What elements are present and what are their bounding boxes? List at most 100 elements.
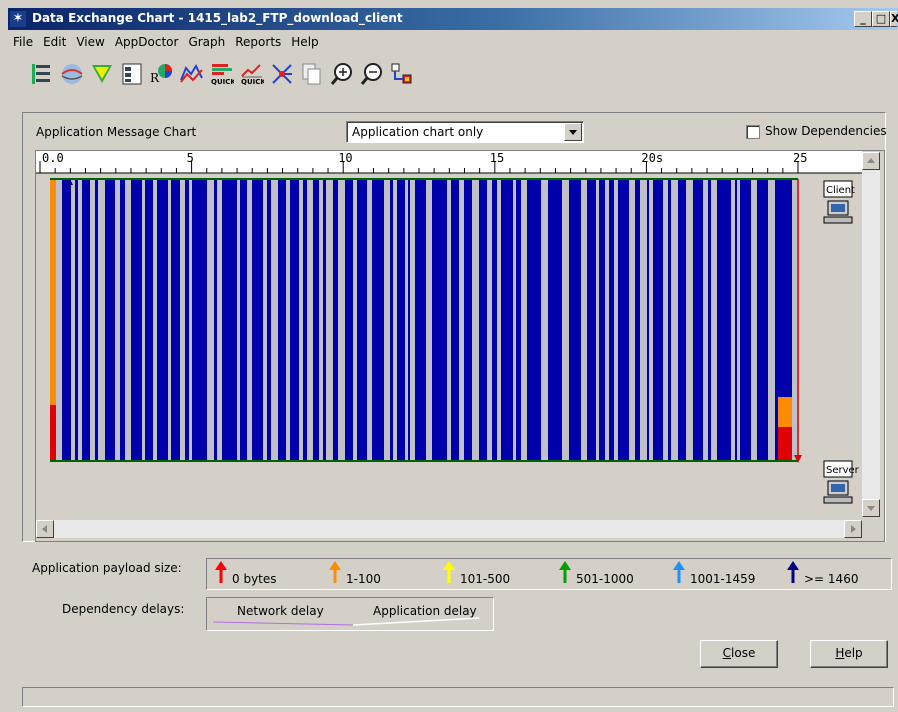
message-bar — [415, 179, 426, 461]
menu-bar: File Edit View AppDoctor Graph Reports Help — [8, 33, 324, 53]
message-bar — [303, 179, 307, 461]
graph-lines-icon[interactable] — [180, 62, 204, 86]
message-bar — [75, 179, 78, 461]
message-bar — [757, 179, 768, 461]
chart-view-select[interactable]: Application chart only — [346, 121, 584, 143]
menu-edit[interactable]: Edit — [38, 33, 71, 49]
help-button[interactable]: Help — [810, 640, 888, 668]
message-bar — [278, 179, 286, 461]
payload-marker-red — [778, 427, 792, 461]
copy-pages-icon[interactable] — [300, 62, 324, 86]
message-bar — [252, 179, 263, 461]
menu-file[interactable]: File — [8, 33, 38, 49]
dependency-delays-label: Dependency delays: — [62, 602, 185, 616]
legend-label: 1001-1459 — [690, 572, 756, 586]
message-bar — [668, 179, 671, 461]
ruler-tick-label: 10 — [338, 151, 352, 165]
connection-icon[interactable] — [390, 62, 414, 86]
message-bar — [105, 179, 115, 461]
scroll-left-button[interactable] — [36, 520, 54, 538]
message-bar — [157, 179, 168, 461]
message-bar — [408, 179, 410, 461]
message-bar — [131, 179, 142, 461]
up-arrow-icon — [559, 561, 571, 583]
message-bar — [618, 179, 629, 461]
data-grid-icon[interactable] — [120, 62, 144, 86]
server-computer-keyboard — [823, 496, 853, 504]
legend-label: >= 1460 — [804, 572, 859, 586]
message-bar — [516, 179, 521, 461]
message-bar — [653, 179, 663, 461]
message-bar — [95, 179, 98, 461]
legend-label: 0 bytes — [232, 572, 277, 586]
message-bar — [323, 179, 326, 461]
message-bar — [185, 179, 189, 461]
message-bar — [548, 179, 562, 461]
rx-pie-icon[interactable]: R — [150, 62, 174, 86]
message-bar — [609, 179, 614, 461]
message-bar — [222, 179, 237, 461]
chart-area: 0.0 5 10 15 20s 25 Client Server — [35, 150, 885, 542]
message-bar — [267, 179, 271, 461]
menu-graph[interactable]: Graph — [183, 33, 230, 49]
scroll-down-button[interactable] — [862, 499, 880, 517]
tree-view-icon[interactable] — [30, 62, 54, 86]
network-star-icon[interactable] — [270, 62, 294, 86]
maximize-button[interactable]: □ — [872, 11, 890, 27]
message-bar — [171, 179, 180, 461]
message-chart: 0.0 5 10 15 20s 25 Client Server — [36, 151, 862, 504]
filter-funnel-icon[interactable] — [90, 62, 114, 86]
client-computer-keyboard — [823, 216, 853, 224]
message-bar — [192, 179, 207, 461]
payload-marker-orange — [50, 179, 56, 405]
message-bar — [145, 179, 153, 461]
message-bar — [635, 179, 640, 461]
zoom-in-icon[interactable] — [330, 62, 354, 86]
application-delay-label: Application delay — [373, 604, 477, 618]
show-dependencies-label[interactable]: Show Dependencies — [765, 124, 887, 138]
title-bar: ✶ Data Exchange Chart - 1415_lab2_FTP_do… — [8, 8, 898, 30]
message-bar — [464, 179, 472, 461]
close-window-button[interactable]: X — [890, 11, 898, 27]
message-bar — [62, 179, 70, 461]
horizontal-scrollbar[interactable] — [36, 520, 862, 538]
message-bar — [479, 179, 487, 461]
payload-marker-orange — [778, 397, 792, 427]
message-bar — [599, 179, 605, 461]
message-bar — [397, 179, 405, 461]
server-label: Server — [826, 465, 860, 476]
close-button[interactable]: Close — [700, 640, 778, 668]
chart-label: Application Message Chart — [36, 125, 197, 139]
menu-appdoctor[interactable]: AppDoctor — [110, 33, 184, 49]
chevron-down-icon[interactable] — [564, 123, 582, 141]
menu-view[interactable]: View — [71, 33, 109, 49]
window-title: Data Exchange Chart - 1415_lab2_FTP_down… — [32, 11, 403, 25]
show-dependencies-checkbox[interactable] — [746, 125, 760, 139]
payload-marker-red — [50, 405, 56, 461]
legend-label: 1-100 — [346, 572, 381, 586]
menu-help[interactable]: Help — [286, 33, 323, 49]
up-arrow-icon — [443, 561, 455, 583]
ruler-tick-label: 25 — [793, 151, 807, 165]
quick-chart-icon[interactable]: QUICK — [240, 62, 266, 86]
globe-icon[interactable] — [60, 62, 84, 86]
ruler-tick-label: 15 — [490, 151, 504, 165]
scroll-up-button[interactable] — [862, 152, 880, 170]
quick-bars-icon[interactable]: QUICK — [210, 62, 236, 86]
client-label: Client — [826, 185, 855, 196]
message-bar — [345, 179, 353, 461]
zoom-out-icon[interactable] — [360, 62, 384, 86]
server-computer-screen — [831, 484, 845, 492]
message-bar — [390, 179, 393, 461]
legend-label: 501-1000 — [576, 572, 634, 586]
minimize-button[interactable]: _ — [854, 11, 872, 27]
menu-reports[interactable]: Reports — [230, 33, 286, 49]
ruler-tick-label: 20s — [641, 151, 663, 165]
payload-size-label: Application payload size: — [32, 561, 182, 575]
status-bar — [22, 687, 894, 707]
message-bar — [492, 179, 497, 461]
vertical-scrollbar[interactable] — [862, 152, 880, 517]
client-computer-screen — [831, 204, 845, 212]
message-bar — [313, 179, 319, 461]
scroll-right-button[interactable] — [844, 520, 862, 538]
